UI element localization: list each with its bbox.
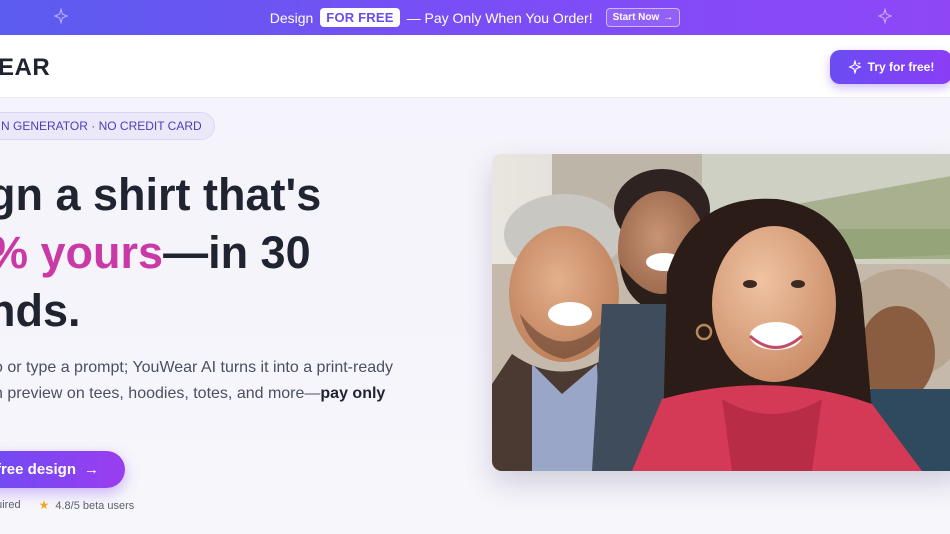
hero-badge: N GENERATOR · NO CREDIT CARD	[0, 112, 215, 140]
star-icon: ★	[38, 498, 50, 512]
arrow-right-icon: →	[663, 12, 674, 23]
cta-label: free design	[0, 461, 76, 478]
hero-description: o or type a prompt; YouWear AI turns it …	[0, 355, 434, 407]
hero-section: N GENERATOR · NO CREDIT CARD gn a shirt …	[0, 98, 950, 534]
try-for-free-button[interactable]: Try for free!	[830, 50, 950, 84]
desc-line-2-start: n preview on tees, hoodies, totes, and m…	[0, 385, 321, 402]
hero-meta: quired ★ 4.8/5 beta users	[0, 498, 134, 512]
arrow-right-icon: →	[84, 461, 99, 478]
headline-line-2-rest: —in 30	[163, 227, 311, 278]
sparkle-icon	[877, 8, 893, 24]
promo-text-before: Design	[269, 9, 314, 26]
headline-line-2: % yours—in 30	[0, 224, 321, 282]
desc-bold: pay only	[320, 385, 386, 402]
friends-selfie-image	[492, 154, 950, 471]
rating: ★ 4.8/5 beta users	[39, 498, 135, 512]
rating-text: 4.8/5 beta users	[55, 500, 135, 512]
sparkle-icon	[847, 60, 862, 74]
desc-line-2: n preview on tees, hoodies, totes, and m…	[0, 381, 434, 407]
promo-text-after: — Pay Only When You Order!	[406, 9, 593, 26]
promo-banner: Design FOR FREE — Pay Only When You Orde…	[0, 0, 950, 35]
desc-line-1: o or type a prompt; YouWear AI turns it …	[0, 359, 394, 376]
promo-highlight-badge: FOR FREE	[320, 8, 400, 27]
top-nav: EAR Try for free!	[0, 35, 950, 98]
hero-photo	[492, 154, 950, 471]
headline-line-3: nds.	[0, 285, 81, 336]
start-now-label: Start Now	[612, 12, 660, 23]
headline-line-1: gn a shirt that's	[0, 169, 322, 220]
start-free-design-button[interactable]: free design →	[0, 451, 125, 488]
headline-accent: % yours	[0, 227, 164, 278]
no-signup-note: quired	[0, 499, 21, 511]
try-for-free-label: Try for free!	[867, 60, 935, 74]
hero-headline: gn a shirt that's % yours—in 30 nds.	[0, 166, 321, 340]
sparkle-icon	[53, 8, 69, 24]
logo[interactable]: EAR	[0, 54, 50, 82]
start-now-button[interactable]: Start Now →	[605, 8, 681, 27]
